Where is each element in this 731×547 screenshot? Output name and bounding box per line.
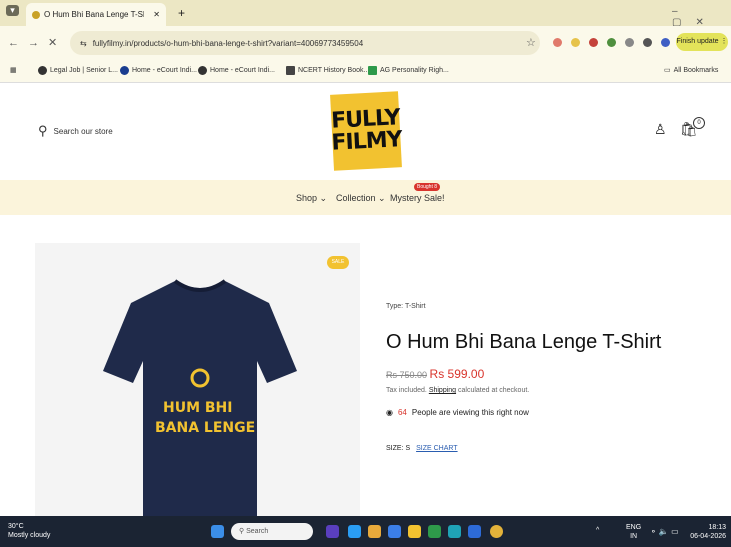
compare-price: Rs 750.00 bbox=[386, 370, 428, 380]
bookmark-item[interactable]: Home - eCourt Indi... bbox=[120, 66, 197, 75]
finish-update-button[interactable]: Finish update ⋮ bbox=[676, 33, 728, 51]
size-row: SIZE: S SIZE CHART bbox=[386, 445, 686, 452]
fully-filmy-logo[interactable]: FULLY FILMY bbox=[330, 91, 402, 171]
shirt-graphic-text-1: HUM BHI bbox=[163, 400, 233, 416]
sale-price: Rs 599.00 bbox=[429, 367, 485, 381]
site-info-icon[interactable]: ⇆ bbox=[80, 39, 87, 48]
search-icon: ⚲ bbox=[38, 123, 48, 138]
weather-widget[interactable]: 30°C Mostly cloudy bbox=[8, 522, 50, 540]
tab-title: O Hum Bhi Bana Lenge T-Shirt bbox=[44, 10, 144, 19]
url-text: fullyfilmy.in/products/o-hum-bhi-bana-le… bbox=[92, 38, 364, 48]
weather-temp: 30°C bbox=[8, 523, 24, 530]
folder-icon[interactable] bbox=[408, 525, 421, 538]
apps-icon[interactable]: ▦ bbox=[10, 66, 17, 74]
tshirt-illustration bbox=[103, 279, 297, 517]
nav-collection[interactable]: Collection ⌄ bbox=[336, 193, 386, 204]
sale-badge: SALE bbox=[327, 256, 349, 269]
viewing-text: People are viewing this right now bbox=[411, 408, 529, 417]
tray-icons[interactable]: ^ bbox=[596, 527, 599, 534]
taskbar-app-icon[interactable] bbox=[468, 525, 481, 538]
taskbar-app-icon[interactable] bbox=[326, 525, 339, 538]
bookmarks-bar: ▦ Legal Job | Senior L... Home - eCourt … bbox=[0, 60, 731, 83]
taskbar-search[interactable]: ⚲ Search bbox=[231, 523, 313, 540]
bookmark-item[interactable]: AG Personality Righ... bbox=[368, 66, 449, 75]
account-icon[interactable]: ♙ bbox=[654, 121, 667, 138]
finish-update-label: Finish update bbox=[676, 38, 719, 45]
store-search[interactable]: ⚲ Search our store bbox=[38, 123, 113, 139]
system-tray-icons[interactable]: ⚬ 🔈 ▭ bbox=[650, 527, 679, 536]
edge-icon[interactable] bbox=[448, 525, 461, 538]
bookmark-item[interactable]: NCERT History Book... bbox=[286, 66, 369, 75]
taskbar-app-icon[interactable] bbox=[388, 525, 401, 538]
nav-mystery-sale[interactable]: Mystery Sale! bbox=[390, 193, 445, 203]
product-type: Type: T-Shirt bbox=[386, 303, 426, 310]
folder-icon: ▭ bbox=[664, 67, 671, 74]
taskbar-app-icon[interactable] bbox=[368, 525, 381, 538]
cart-count: 0 bbox=[693, 117, 705, 129]
all-bookmarks[interactable]: ▭ All Bookmarks bbox=[664, 66, 718, 75]
window-controls[interactable]: –▢✕ bbox=[672, 6, 731, 28]
nav-badge: Bought 8 bbox=[414, 183, 441, 191]
site-favicon bbox=[32, 10, 40, 19]
product-image[interactable]: HUM BHI BANA LENGE bbox=[35, 243, 360, 517]
date: 06-04-2026 bbox=[690, 533, 726, 540]
nav-shop[interactable]: Shop ⌄ bbox=[296, 193, 327, 204]
bookmark-star-icon[interactable]: ☆ bbox=[526, 36, 536, 49]
extension-icons[interactable] bbox=[553, 38, 670, 47]
tab-list-icon[interactable]: ▾ bbox=[6, 5, 19, 16]
shirt-graphic-text-2: BANA LENGE bbox=[155, 420, 256, 436]
product-title: O Hum Bhi Bana Lenge T-Shirt bbox=[386, 331, 662, 353]
new-tab-button[interactable]: + bbox=[178, 6, 185, 20]
shipping-link[interactable]: Shipping bbox=[429, 387, 456, 394]
address-bar[interactable]: ⇆ fullyfilmy.in/products/o-hum-bhi-bana-… bbox=[70, 31, 540, 55]
search-placeholder: Search our store bbox=[53, 126, 113, 136]
price-row: Rs 750.00 Rs 599.00 bbox=[386, 367, 686, 381]
taskbar-app-icon[interactable] bbox=[428, 525, 441, 538]
main-nav: Shop ⌄ Collection ⌄ Mystery Sale! bbox=[0, 180, 731, 215]
viewing-count: 64 bbox=[397, 408, 407, 417]
clock[interactable]: 18:13 06-04-2026 bbox=[690, 523, 726, 541]
weather-desc: Mostly cloudy bbox=[8, 532, 51, 539]
chrome-icon[interactable] bbox=[490, 525, 503, 538]
eye-icon: ◉ bbox=[386, 408, 393, 417]
tax-note: Tax included. Shipping calculated at che… bbox=[386, 387, 530, 394]
bookmark-item[interactable]: Home - eCourt Indi... bbox=[198, 66, 275, 75]
time: 18:13 bbox=[708, 524, 726, 531]
viewing-notice: ◉ 64 People are viewing this right now bbox=[386, 408, 686, 417]
nav-buttons[interactable]: ←→✕ bbox=[8, 36, 66, 49]
size-label: SIZE: S bbox=[386, 445, 411, 452]
language-indicator[interactable]: ENG IN bbox=[626, 523, 641, 541]
product-details: Type: T-Shirt O Hum Bhi Bana Lenge T-Shi… bbox=[386, 303, 686, 452]
close-icon[interactable]: ✕ bbox=[153, 10, 160, 19]
windows-taskbar: 30°C Mostly cloudy ⚲ Search ^ ENG IN ⚬ 🔈 … bbox=[0, 516, 731, 547]
browser-tab[interactable]: O Hum Bhi Bana Lenge T-Shirt ✕ bbox=[26, 3, 166, 26]
size-chart-link[interactable]: SIZE CHART bbox=[416, 445, 458, 452]
bookmark-item[interactable]: Legal Job | Senior L... bbox=[38, 66, 118, 75]
taskbar-app-icon[interactable] bbox=[348, 525, 361, 538]
start-icon[interactable] bbox=[211, 525, 224, 538]
